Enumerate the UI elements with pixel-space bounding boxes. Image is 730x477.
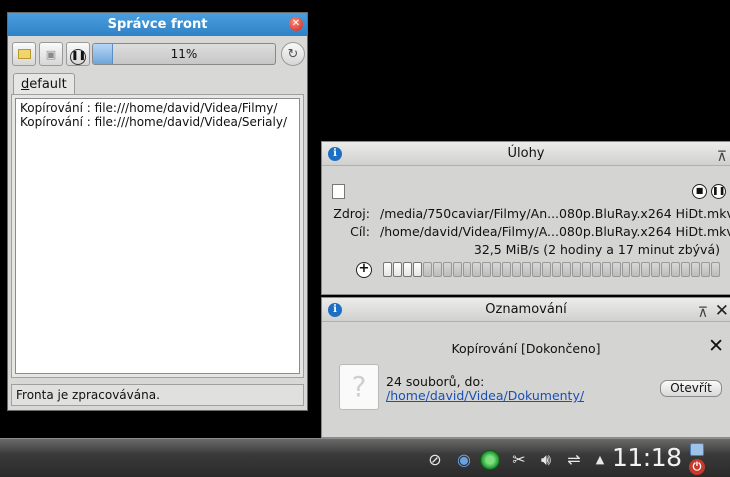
scissors-icon[interactable]: ✂ xyxy=(509,450,529,470)
stop-icon[interactable]: ■ xyxy=(692,184,707,199)
volume-icon[interactable]: 🔊︎ xyxy=(536,450,556,470)
expand-details-icon[interactable]: + xyxy=(356,262,372,278)
pause-icon[interactable]: ❚❚ xyxy=(711,184,726,199)
progress-segment xyxy=(522,262,532,277)
progress-segment xyxy=(412,262,422,277)
progress-segment xyxy=(601,262,611,277)
job-progress-bar xyxy=(383,262,720,277)
queue-manager-titlebar[interactable]: Správce front ✕ xyxy=(8,13,307,36)
close-icon[interactable]: ✕ xyxy=(289,17,303,31)
destination-link[interactable]: /home/david/Videa/Dokumenty/ xyxy=(386,388,584,403)
progress-segment xyxy=(701,262,710,277)
progress-segment xyxy=(621,262,631,277)
progress-segment xyxy=(681,262,691,277)
klipper-icon[interactable]: ⊘ xyxy=(425,450,445,470)
destination-label: Cíl: xyxy=(350,224,370,239)
queue-job-list[interactable]: Kopírování : file:///home/david/Videa/Fi… xyxy=(15,98,300,374)
notifications-titlebar: i Oznamování ⊼ ✕ xyxy=(322,298,730,322)
refresh-button[interactable]: ↻ xyxy=(281,42,305,66)
progress-segment xyxy=(442,262,452,277)
progress-segment xyxy=(452,262,462,277)
progress-segment xyxy=(402,262,412,277)
lock-icon[interactable] xyxy=(690,443,704,456)
progress-segment xyxy=(710,262,720,277)
pause-icon: ❚❚ xyxy=(70,49,86,65)
chevron-up-icon[interactable]: ▲ xyxy=(590,450,610,470)
dismiss-icon[interactable]: ✕ xyxy=(708,335,724,357)
progress-segment xyxy=(482,262,492,277)
clock[interactable]: 11:18 xyxy=(612,443,682,472)
panel-title: Oznamování xyxy=(485,302,567,317)
list-item[interactable]: Kopírování : file:///home/david/Videa/Fi… xyxy=(20,101,295,115)
queue-toolbar: ▣ ❚❚ 11% ↻ xyxy=(12,42,305,66)
queue-panel: Kopírování : file:///home/david/Videa/Fi… xyxy=(11,94,304,378)
progress-segment xyxy=(551,262,561,277)
jobs-panel: i Úlohy ⊼ ■ ❚❚ Zdroj: /media/750caviar/F… xyxy=(321,141,730,295)
progress-segment xyxy=(611,262,621,277)
status-green-icon[interactable] xyxy=(480,450,500,470)
pin-icon[interactable]: ⊼ xyxy=(717,145,727,169)
pause-button[interactable]: ❚❚ xyxy=(66,42,90,66)
window-title: Správce front xyxy=(107,17,208,32)
usb-icon[interactable]: ⇌ xyxy=(564,450,584,470)
source-path: /media/750caviar/Filmy/An...080p.BluRay.… xyxy=(380,206,730,221)
remove-icon: ▣ xyxy=(45,48,57,61)
progress-segment xyxy=(641,262,651,277)
panel-title: Úlohy xyxy=(507,146,545,161)
open-button[interactable]: Otevřít xyxy=(660,380,722,397)
pin-icon[interactable]: ⊼ xyxy=(698,301,708,325)
progress-segment xyxy=(651,262,661,277)
tab-label: efault xyxy=(29,77,67,92)
refresh-icon: ↻ xyxy=(287,47,299,62)
progress-segment xyxy=(422,262,432,277)
progress-segment xyxy=(392,262,402,277)
progress-segment xyxy=(532,262,541,277)
progress-segment xyxy=(581,262,591,277)
remove-queue-button[interactable]: ▣ xyxy=(39,42,63,66)
notification-title: Kopírování [Dokončeno] xyxy=(451,341,601,356)
notification-message: 24 souborů, do: xyxy=(386,374,485,389)
new-folder-icon xyxy=(17,49,31,59)
progress-text: 11% xyxy=(170,47,198,61)
source-label: Zdroj: xyxy=(333,206,370,221)
queue-manager-window: Správce front ✕ ▣ ❚❚ 11% ↻ default Kopír… xyxy=(7,12,308,411)
progress-segment xyxy=(462,262,472,277)
queue-progress-bar: 11% xyxy=(92,43,276,65)
progress-segment xyxy=(542,262,551,277)
progress-fill xyxy=(93,44,114,64)
close-icon[interactable]: ✕ xyxy=(715,299,729,323)
progress-segment xyxy=(512,262,522,277)
jobs-titlebar: i Úlohy ⊼ xyxy=(322,142,730,166)
network-globe-icon[interactable]: ◉ xyxy=(454,450,474,470)
progress-segment xyxy=(561,262,571,277)
new-queue-button[interactable] xyxy=(12,42,36,66)
progress-segment xyxy=(432,262,442,277)
progress-segment xyxy=(492,262,502,277)
info-icon[interactable]: i xyxy=(328,303,342,317)
notifications-panel: i Oznamování ⊼ ✕ Kopírování [Dokončeno] … xyxy=(321,297,730,438)
taskbar: ⊘ ◉ ✂ 🔊︎ ⇌ ▲ 11:18 xyxy=(0,438,730,477)
info-icon[interactable]: i xyxy=(328,147,342,161)
progress-segment xyxy=(571,262,581,277)
progress-segment xyxy=(631,262,641,277)
power-icon[interactable]: ⏻ xyxy=(689,459,705,475)
destination-path: /home/david/Videa/Filmy/A...080p.BluRay.… xyxy=(380,224,730,239)
document-icon xyxy=(332,184,345,199)
progress-segment xyxy=(591,262,601,277)
file-icon: ? xyxy=(339,364,379,410)
progress-segment xyxy=(472,262,482,277)
progress-segment xyxy=(691,262,700,277)
progress-segment xyxy=(661,262,671,277)
progress-segment xyxy=(671,262,681,277)
transfer-speed: 32,5 MiB/s (2 hodiny a 17 minut zbývá) xyxy=(473,242,720,257)
tab-default[interactable]: default xyxy=(13,73,75,95)
status-bar: Fronta je zpracovávána. xyxy=(11,384,304,406)
progress-segment xyxy=(502,262,512,277)
progress-segment xyxy=(383,262,392,277)
list-item[interactable]: Kopírování : file:///home/david/Videa/Se… xyxy=(20,115,295,129)
